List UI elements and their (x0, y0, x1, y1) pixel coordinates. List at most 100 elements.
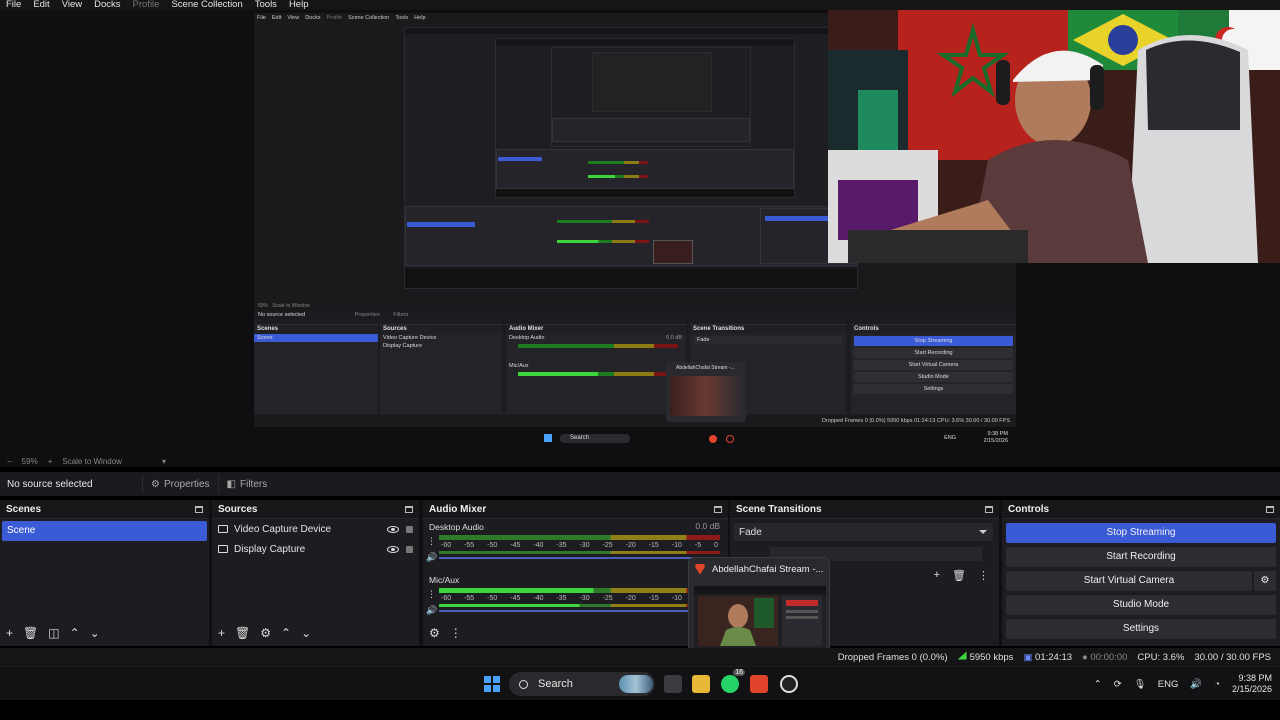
taskbar-search-box[interactable]: Search (509, 672, 655, 696)
taskbar-thumbnail-preview[interactable]: AbdellahChafai Stream -... (688, 557, 830, 657)
menu-tools[interactable]: Tools (249, 0, 283, 10)
more-options-icon[interactable]: ⋮ (427, 590, 436, 599)
add-scene-button[interactable]: + (6, 626, 13, 640)
desktop-volume-slider[interactable] (439, 557, 720, 559)
webcam-image (828, 10, 1280, 263)
inner-controls-dock: Controls Stop Streaming Start Recording … (851, 324, 1016, 414)
undock-icon[interactable] (714, 505, 722, 513)
visibility-eye-icon[interactable] (387, 525, 399, 533)
whatsapp-icon[interactable]: 16 (721, 669, 745, 693)
transition-select[interactable]: Fade (734, 523, 993, 541)
gear-icon: ⚙ (151, 478, 160, 490)
menu-view[interactable]: View (56, 0, 88, 10)
microphone-icon[interactable]: 🎙 (1134, 679, 1146, 690)
language-indicator[interactable]: ENG (1158, 679, 1179, 690)
move-source-up-button[interactable]: ⌃ (281, 626, 291, 640)
menu-file[interactable]: File (0, 0, 27, 10)
inner-menu-tools: Tools (395, 15, 409, 21)
undock-icon[interactable] (1266, 505, 1274, 513)
controls-header: Controls (1002, 500, 1280, 519)
inner-scenes-title: Scenes (254, 325, 378, 334)
filter-icon: ◧ (226, 478, 236, 490)
inner-scenes-dock: Scenes Scene (254, 324, 378, 414)
start-virtual-camera-button[interactable]: Start Virtual Camera (1006, 571, 1252, 591)
move-scene-up-button[interactable]: ⌃ (70, 626, 80, 640)
virtual-camera-gear-icon[interactable]: ⚙ (1254, 571, 1276, 591)
scenes-title: Scenes (6, 503, 42, 515)
scenes-header: Scenes (0, 500, 209, 519)
windows-start-icon[interactable] (484, 676, 500, 692)
advanced-audio-gear-icon[interactable]: ⚙ (429, 626, 440, 640)
visibility-eye-icon[interactable] (387, 545, 399, 553)
speaker-icon[interactable]: 🔊 (426, 606, 437, 615)
brave-browser-icon[interactable] (750, 675, 768, 693)
inner-menu-view: View (287, 15, 300, 21)
add-transition-button[interactable]: + (934, 569, 940, 582)
nested-preview-1 (404, 27, 858, 289)
inner-docks: Scenes Scene Sources Video Capture Devic… (254, 318, 1016, 422)
menu-edit[interactable]: Edit (27, 0, 55, 10)
add-source-button[interactable]: + (218, 626, 225, 640)
filters-button[interactable]: ◧ Filters (217, 475, 276, 493)
record-time-status: ● 00:00:00 (1082, 651, 1128, 663)
zoom-out-button[interactable]: − (7, 457, 12, 466)
mic-volume-slider[interactable] (439, 610, 720, 612)
inner-mic-label: Mic/Aux (509, 363, 529, 369)
file-explorer-icon[interactable] (692, 675, 710, 693)
settings-button[interactable]: Settings (1006, 619, 1276, 639)
undock-icon[interactable] (985, 505, 993, 513)
start-recording-button[interactable]: Start Recording (1006, 547, 1276, 567)
move-scene-down-button[interactable]: ⌄ (90, 626, 100, 640)
inner-start-icon (544, 434, 552, 442)
obs-icon[interactable] (780, 675, 798, 693)
source-item-video-capture[interactable]: Video Capture Device (212, 519, 419, 539)
inner-menu-docks: Docks (305, 15, 321, 21)
properties-button[interactable]: ⚙ Properties (142, 475, 218, 493)
lock-icon[interactable] (406, 525, 413, 533)
inner-menu-help: Help (414, 15, 426, 21)
task-view-icon[interactable] (664, 675, 682, 693)
scene-filters-button[interactable]: ◫ (48, 626, 59, 640)
inner-thumbnail: AbdellahChafai Stream -... (666, 362, 746, 422)
source-item-display-capture[interactable]: Display Capture (212, 539, 419, 559)
nested-preview-4 (592, 52, 712, 112)
inner-taskbar: Search ENG 9:38 PM 2/15/2026 (254, 427, 1016, 450)
scale-mode[interactable]: Scale to Window (62, 457, 122, 466)
menu-help[interactable]: Help (283, 0, 315, 10)
remove-transition-button[interactable]: 🗑 (952, 569, 966, 582)
stop-streaming-button[interactable]: Stop Streaming (1006, 523, 1276, 543)
screen-bottom-edge (0, 700, 1280, 720)
studio-mode-button[interactable]: Studio Mode (1006, 595, 1276, 615)
undock-icon[interactable] (195, 505, 203, 513)
wifi-icon[interactable]: ◔ (1214, 679, 1220, 690)
zoom-in-button[interactable]: + (48, 457, 53, 466)
remove-source-button[interactable]: 🗑 (235, 626, 250, 640)
menu-scene-collection[interactable]: Scene Collection (165, 0, 248, 10)
menu-docks[interactable]: Docks (88, 0, 126, 10)
lock-icon[interactable] (406, 545, 413, 553)
mixer-title: Audio Mixer (429, 503, 487, 515)
more-options-icon[interactable]: ⋮ (427, 537, 436, 546)
db-scale: -60-55-50-45-40-35-30-25-20-15-10-50 (441, 542, 718, 549)
source-name: Display Capture (234, 543, 306, 555)
undock-icon[interactable] (405, 505, 413, 513)
speaker-icon[interactable]: 🔊 (426, 553, 437, 562)
mixer-menu-icon[interactable]: ⋮ (450, 626, 462, 640)
channel-db: 0.0 dB (695, 521, 720, 531)
stream-icon: ▣ (1023, 651, 1033, 663)
stream-time-status: ▣ 01:24:13 (1023, 651, 1073, 663)
scene-list-item[interactable]: Scene (2, 521, 207, 541)
search-icon (519, 679, 528, 689)
channel-name: Mic/Aux (429, 575, 460, 585)
menu-profile[interactable]: Profile (127, 0, 166, 10)
preview-area[interactable]: File Edit View Docks Profile Scene Colle… (0, 10, 1280, 455)
source-properties-gear-icon[interactable]: ⚙ (260, 626, 271, 640)
volume-icon[interactable]: 🔊 (1190, 679, 1202, 690)
transition-menu-icon[interactable]: ⋮ (978, 569, 989, 582)
remove-scene-button[interactable]: 🗑 (23, 626, 38, 640)
scale-dropdown-icon[interactable]: ▾ (162, 457, 166, 466)
move-source-down-button[interactable]: ⌄ (301, 626, 311, 640)
taskbar-clock[interactable]: 9:38 PM 2/15/2026 (1232, 673, 1272, 695)
chevron-up-icon[interactable]: ⌃ (1094, 679, 1102, 690)
sync-icon[interactable]: ⟳ (1114, 679, 1122, 690)
